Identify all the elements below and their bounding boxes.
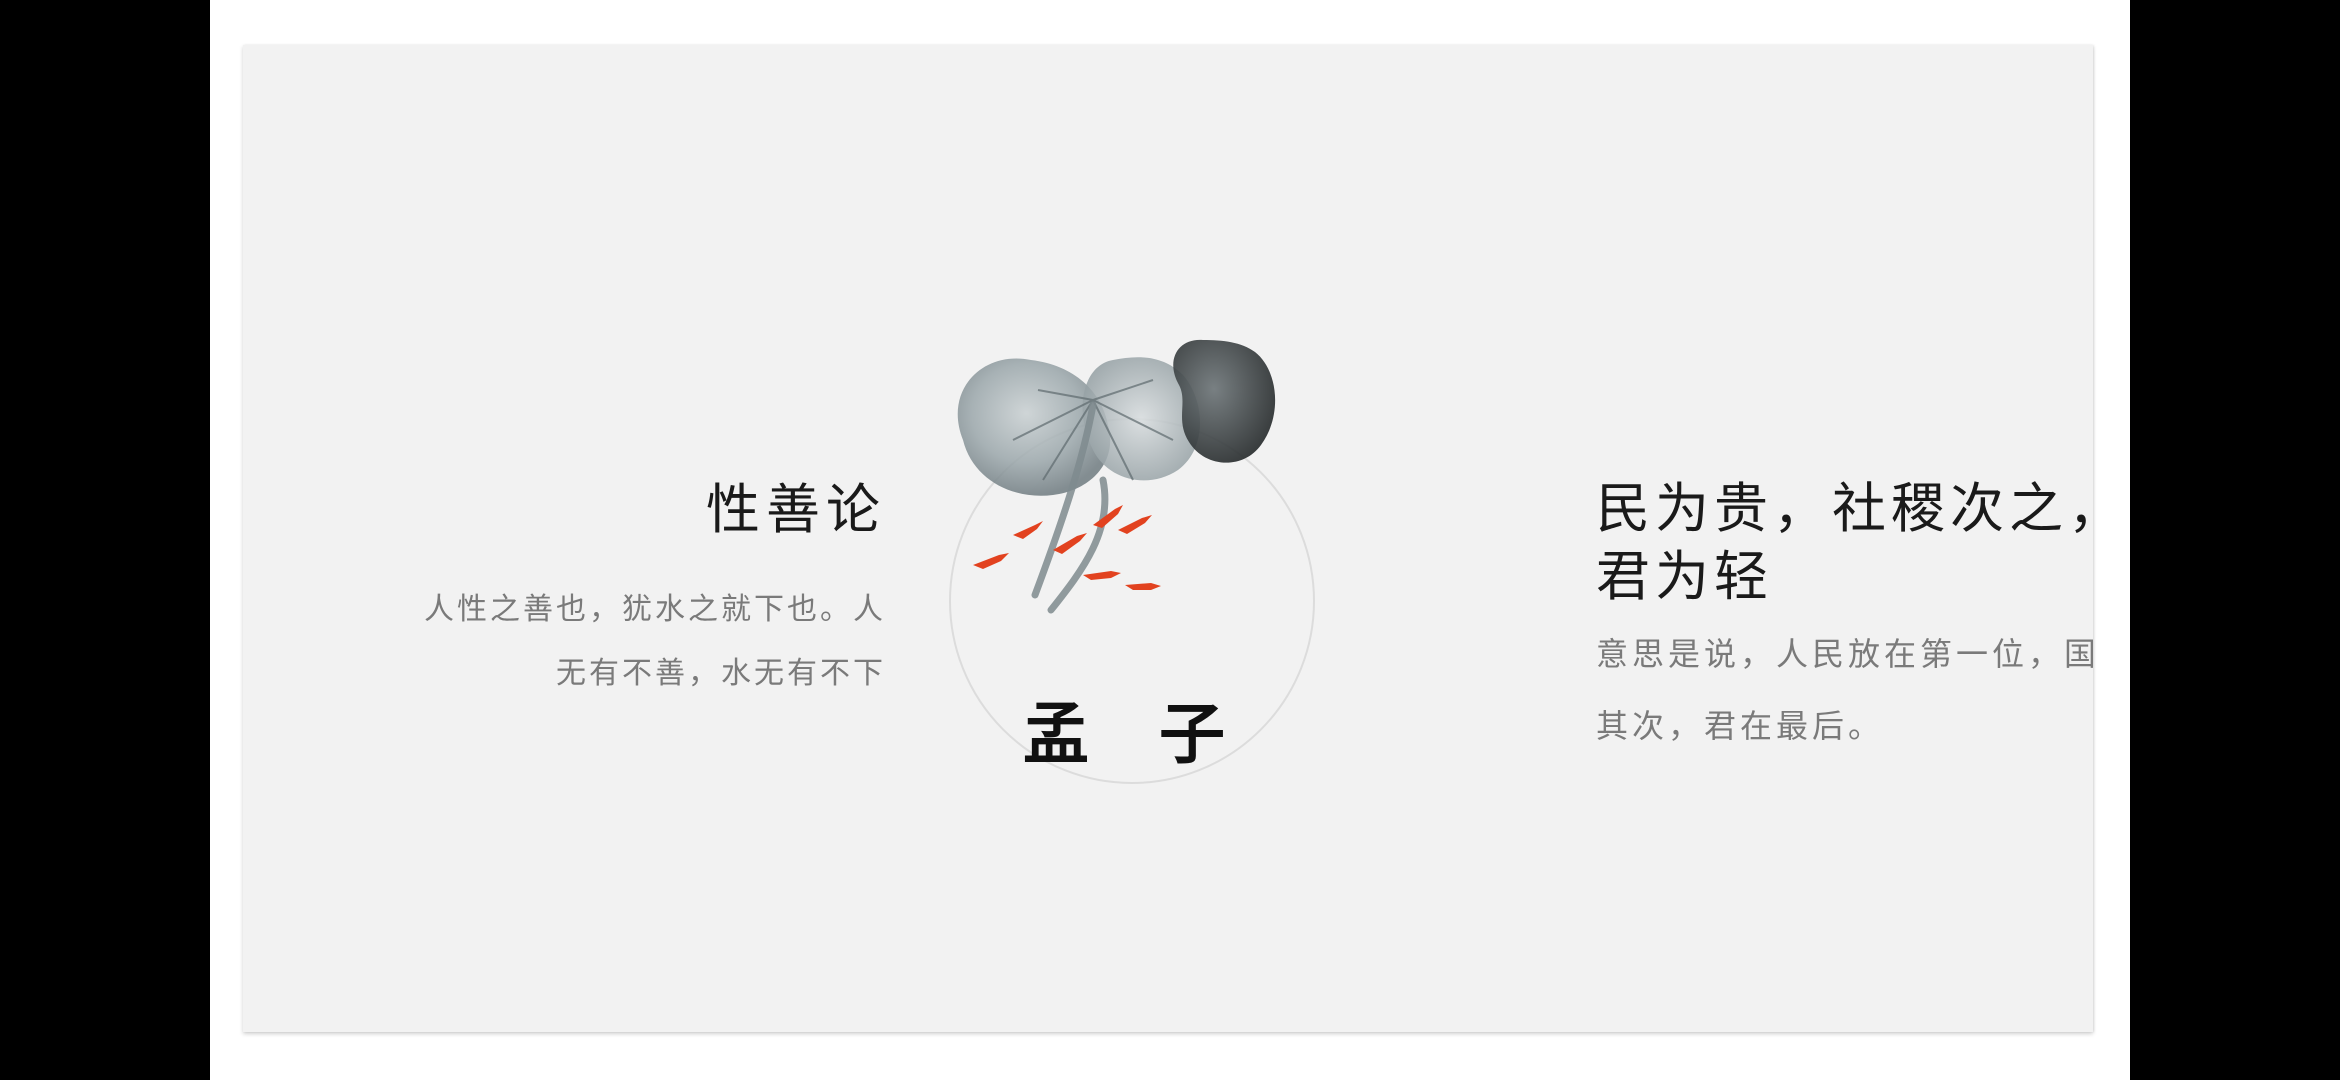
left-body-line: 人性之善也，犹水之就下也。人	[424, 592, 886, 627]
right-body-line: 其次，君在最后。	[1596, 707, 1885, 745]
right-body: 意思是说，人民放在第一位，国家 其次，君在最后。	[1596, 618, 2093, 762]
right-body-line: 意思是说，人民放在第一位，国家	[1596, 635, 2093, 673]
right-heading: 民为贵，社稷次之， 君为轻	[1596, 475, 2093, 611]
right-heading-line: 君为轻	[1596, 545, 1773, 608]
red-fish-group	[973, 505, 1161, 590]
right-heading-line: 民为贵，社稷次之，	[1596, 477, 2093, 540]
left-body-line: 无有不善，水无有不下	[556, 656, 886, 691]
left-heading: 性善论	[706, 478, 886, 541]
ink-lotus-illustration	[957, 339, 1276, 614]
center-name: 孟子	[1023, 695, 1295, 773]
slide-canvas: 性善论 人性之善也，犹水之就下也。人 无有不善，水无有不下 孟子 民为贵，社稷次…	[210, 0, 2130, 1080]
left-body: 人性之善也，犹水之就下也。人 无有不善，水无有不下	[326, 578, 886, 706]
slide: 性善论 人性之善也，犹水之就下也。人 无有不善，水无有不下 孟子 民为贵，社稷次…	[243, 45, 2093, 1032]
